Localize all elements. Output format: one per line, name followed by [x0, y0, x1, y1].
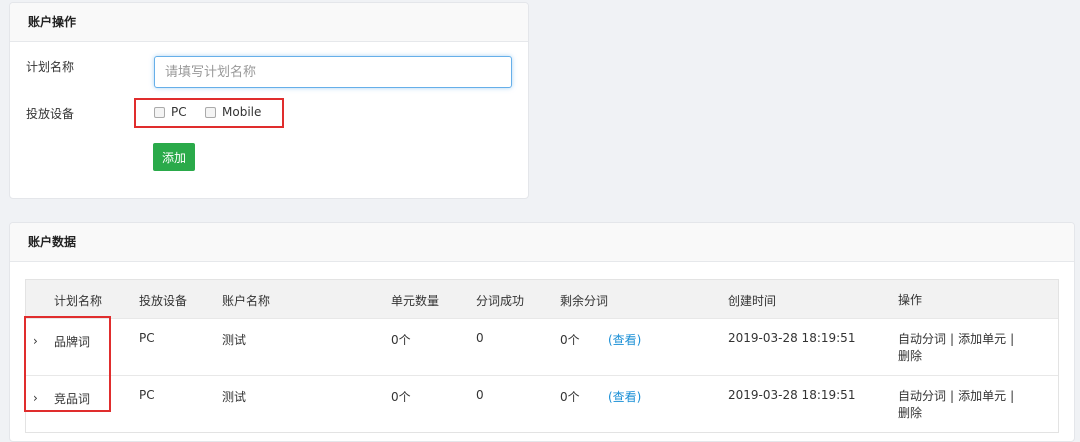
add-unit-link[interactable]: 添加单元 [958, 389, 1006, 403]
remaining-cell: 0个 [560, 390, 580, 404]
add-unit-link[interactable]: 添加单元 [958, 332, 1006, 346]
column-header-success: 分词成功 [476, 294, 525, 308]
table-row: › 竞品词 PC 测试 0个 0 0个 (查看) 2019-03-28 18:1… [26, 376, 1058, 432]
view-remaining-link[interactable]: (查看) [608, 388, 641, 405]
created-time-cell: 2019-03-28 18:19:51 [728, 388, 856, 402]
created-time-cell: 2019-03-28 18:19:51 [728, 331, 856, 345]
plan-names-highlight-box [24, 316, 111, 412]
column-header-account: 账户名称 [222, 294, 271, 308]
separator: | [950, 332, 955, 346]
table-header-row: 计划名称 投放设备 账户名称 单元数量 分词成功 剩余分词 创建时间 操作 [26, 280, 1058, 319]
account-data-title: 账户数据 [10, 223, 1074, 262]
actions-cell: 自动分词 | 添加单元 | 删除 [898, 388, 1048, 422]
column-header-device: 投放设备 [139, 294, 188, 308]
add-plan-button[interactable]: 添加 [153, 143, 195, 171]
separator: | [950, 389, 955, 403]
units-cell: 0个 [391, 333, 411, 347]
column-header-plan-name: 计划名称 [54, 294, 103, 308]
device-label: 投放设备 [26, 107, 75, 121]
device-cell: PC [139, 331, 155, 345]
plan-name-label: 计划名称 [26, 60, 75, 74]
delete-link[interactable]: 删除 [898, 406, 922, 420]
auto-segment-link[interactable]: 自动分词 [898, 332, 946, 346]
actions-cell: 自动分词 | 添加单元 | 删除 [898, 331, 1048, 365]
column-header-units: 单元数量 [391, 294, 440, 308]
account-cell: 测试 [222, 333, 247, 347]
column-header-remaining: 剩余分词 [560, 294, 609, 308]
plans-table: 计划名称 投放设备 账户名称 单元数量 分词成功 剩余分词 创建时间 操作 › … [25, 279, 1059, 433]
column-header-actions: 操作 [898, 293, 923, 307]
delete-link[interactable]: 删除 [898, 349, 922, 363]
success-cell: 0 [476, 388, 484, 402]
device-highlight-box [134, 98, 284, 128]
column-header-created: 创建时间 [728, 294, 777, 308]
account-cell: 测试 [222, 390, 247, 404]
device-cell: PC [139, 388, 155, 402]
account-data-panel: 账户数据 计划名称 投放设备 账户名称 单元数量 分词成功 剩余分词 创建时间 … [9, 222, 1075, 442]
remaining-cell: 0个 [560, 333, 580, 347]
account-operations-title: 账户操作 [10, 3, 528, 42]
separator: | [1010, 389, 1015, 403]
units-cell: 0个 [391, 390, 411, 404]
success-cell: 0 [476, 331, 484, 345]
view-remaining-link[interactable]: (查看) [608, 331, 641, 348]
auto-segment-link[interactable]: 自动分词 [898, 389, 946, 403]
table-row: › 品牌词 PC 测试 0个 0 0个 (查看) 2019-03-28 18:1… [26, 319, 1058, 376]
separator: | [1010, 332, 1015, 346]
plan-name-input[interactable] [154, 56, 512, 88]
